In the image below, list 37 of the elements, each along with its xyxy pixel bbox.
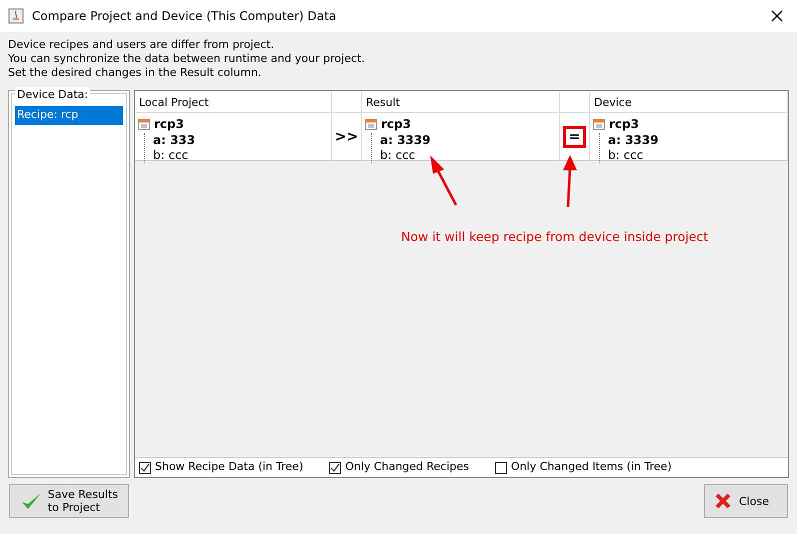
intro-text: You can synchronize the data between runtime and your project. <box>8 52 366 66</box>
close-icon <box>715 493 731 509</box>
checkbox-label: Show Recipe Data (in Tree) <box>155 459 304 476</box>
tree-item: b: ccc <box>153 148 188 162</box>
checkbox-label: Only Changed Items (in Tree) <box>511 459 672 476</box>
tree-item: b: ccc <box>608 148 644 162</box>
checkbox-label: Only Changed Recipes <box>345 459 470 476</box>
tree-node-label: rcp3 <box>609 116 639 133</box>
tree-item: a: 3339 <box>380 133 430 147</box>
recipe-icon <box>138 118 150 130</box>
column-header: Local Project <box>135 91 332 113</box>
check-icon <box>140 462 150 472</box>
close-button[interactable]: Close <box>704 484 788 518</box>
app-icon <box>8 8 24 24</box>
save-button[interactable]: Save Results to Project <box>9 484 129 518</box>
column-header: Result <box>362 91 560 113</box>
close-icon <box>771 10 783 22</box>
tree-item: a: 333 <box>153 133 196 147</box>
tree-node-label: rcp3 <box>154 116 184 133</box>
checkmark-icon <box>20 491 40 511</box>
window-title: Compare Project and Device (This Computer) Data <box>32 8 336 25</box>
action-symbol[interactable]: >> <box>332 128 362 144</box>
check-icon <box>330 462 340 472</box>
checkbox[interactable] <box>495 462 508 474</box>
list-item[interactable]: Recipe: rcp <box>15 106 123 124</box>
tree-node-label: rcp3 <box>381 116 411 133</box>
intro-text: Set the desired changes in the Result column. <box>8 66 262 80</box>
annotation-text: Now it will keep recipe from device inside project <box>401 228 708 246</box>
recipe-icon <box>365 118 377 130</box>
action-symbol[interactable]: = <box>562 126 586 148</box>
column-header: Device <box>590 91 788 113</box>
checkbox[interactable] <box>139 462 151 474</box>
recipe-icon <box>593 118 605 130</box>
intro-text: Device recipes and users are differ from project. <box>8 38 276 52</box>
tree-item: a: 3339 <box>608 133 658 147</box>
tree-item: b: ccc <box>380 148 416 162</box>
checkbox[interactable] <box>329 462 342 474</box>
